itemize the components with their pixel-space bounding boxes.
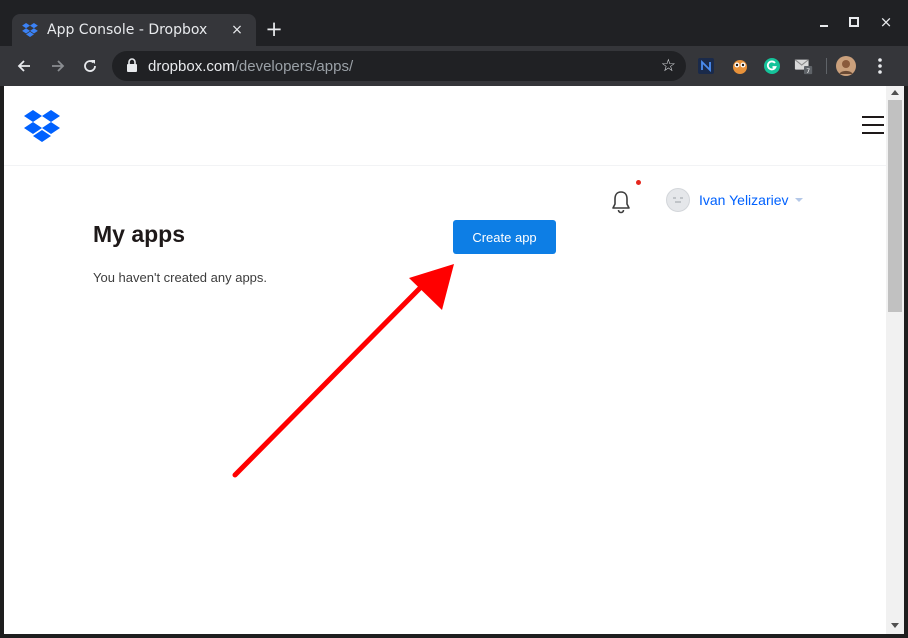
account-name: Ivan Yelizariev [699, 192, 789, 208]
mail-checker-icon[interactable]: 7 [794, 56, 814, 76]
new-tab-button[interactable]: + [264, 18, 284, 40]
annotation-arrow [232, 264, 454, 478]
browser-titlebar: App Console - Dropbox × + × [0, 0, 908, 46]
window-maximize-button[interactable] [844, 12, 864, 32]
lock-icon [126, 57, 138, 76]
scrollbar-thumb[interactable] [888, 100, 902, 312]
extension-n-icon[interactable] [696, 56, 716, 76]
forward-arrow-icon[interactable] [48, 56, 68, 76]
window-minimize-button[interactable] [814, 12, 834, 32]
grammarly-icon[interactable] [762, 56, 782, 76]
chevron-down-icon [794, 198, 803, 202]
dropbox-favicon-icon [22, 23, 38, 37]
extension-owl-icon[interactable] [730, 56, 750, 76]
notification-bell-icon[interactable] [610, 189, 632, 215]
bookmark-star-icon[interactable]: ☆ [661, 56, 676, 76]
page-scrollbar[interactable] [886, 86, 904, 634]
site-header [4, 86, 886, 166]
hamburger-menu-icon[interactable] [862, 116, 884, 136]
svg-text:7: 7 [806, 68, 810, 75]
scroll-up-arrow-icon[interactable] [891, 90, 899, 95]
browser-toolbar: dropbox.com/developers/apps/ ☆ 7 [0, 46, 908, 86]
empty-state-message: You haven't created any apps. [93, 270, 268, 285]
profile-avatar-icon[interactable] [836, 56, 856, 76]
account-menu[interactable]: Ivan Yelizariev [666, 188, 803, 212]
tab-close-icon[interactable]: × [228, 22, 246, 38]
page-content: Ivan Yelizariev My apps Create app You h… [4, 86, 886, 634]
tab-title: App Console - Dropbox [47, 22, 208, 38]
scroll-down-arrow-icon[interactable] [891, 623, 899, 628]
address-url: dropbox.com/developers/apps/ [148, 57, 354, 75]
toolbar-divider [826, 58, 827, 74]
back-arrow-icon[interactable] [14, 56, 34, 76]
create-app-button[interactable]: Create app [453, 220, 556, 254]
browser-menu-icon[interactable] [870, 56, 890, 76]
notification-dot [636, 180, 641, 185]
page-title: My apps [93, 221, 186, 247]
user-avatar [666, 188, 690, 212]
address-bar[interactable]: dropbox.com/developers/apps/ ☆ [112, 51, 686, 81]
dropbox-logo-icon[interactable] [24, 110, 60, 142]
browser-tab-active[interactable]: App Console - Dropbox × [12, 14, 256, 46]
reload-icon[interactable] [80, 56, 100, 76]
window-close-button[interactable]: × [876, 12, 896, 32]
